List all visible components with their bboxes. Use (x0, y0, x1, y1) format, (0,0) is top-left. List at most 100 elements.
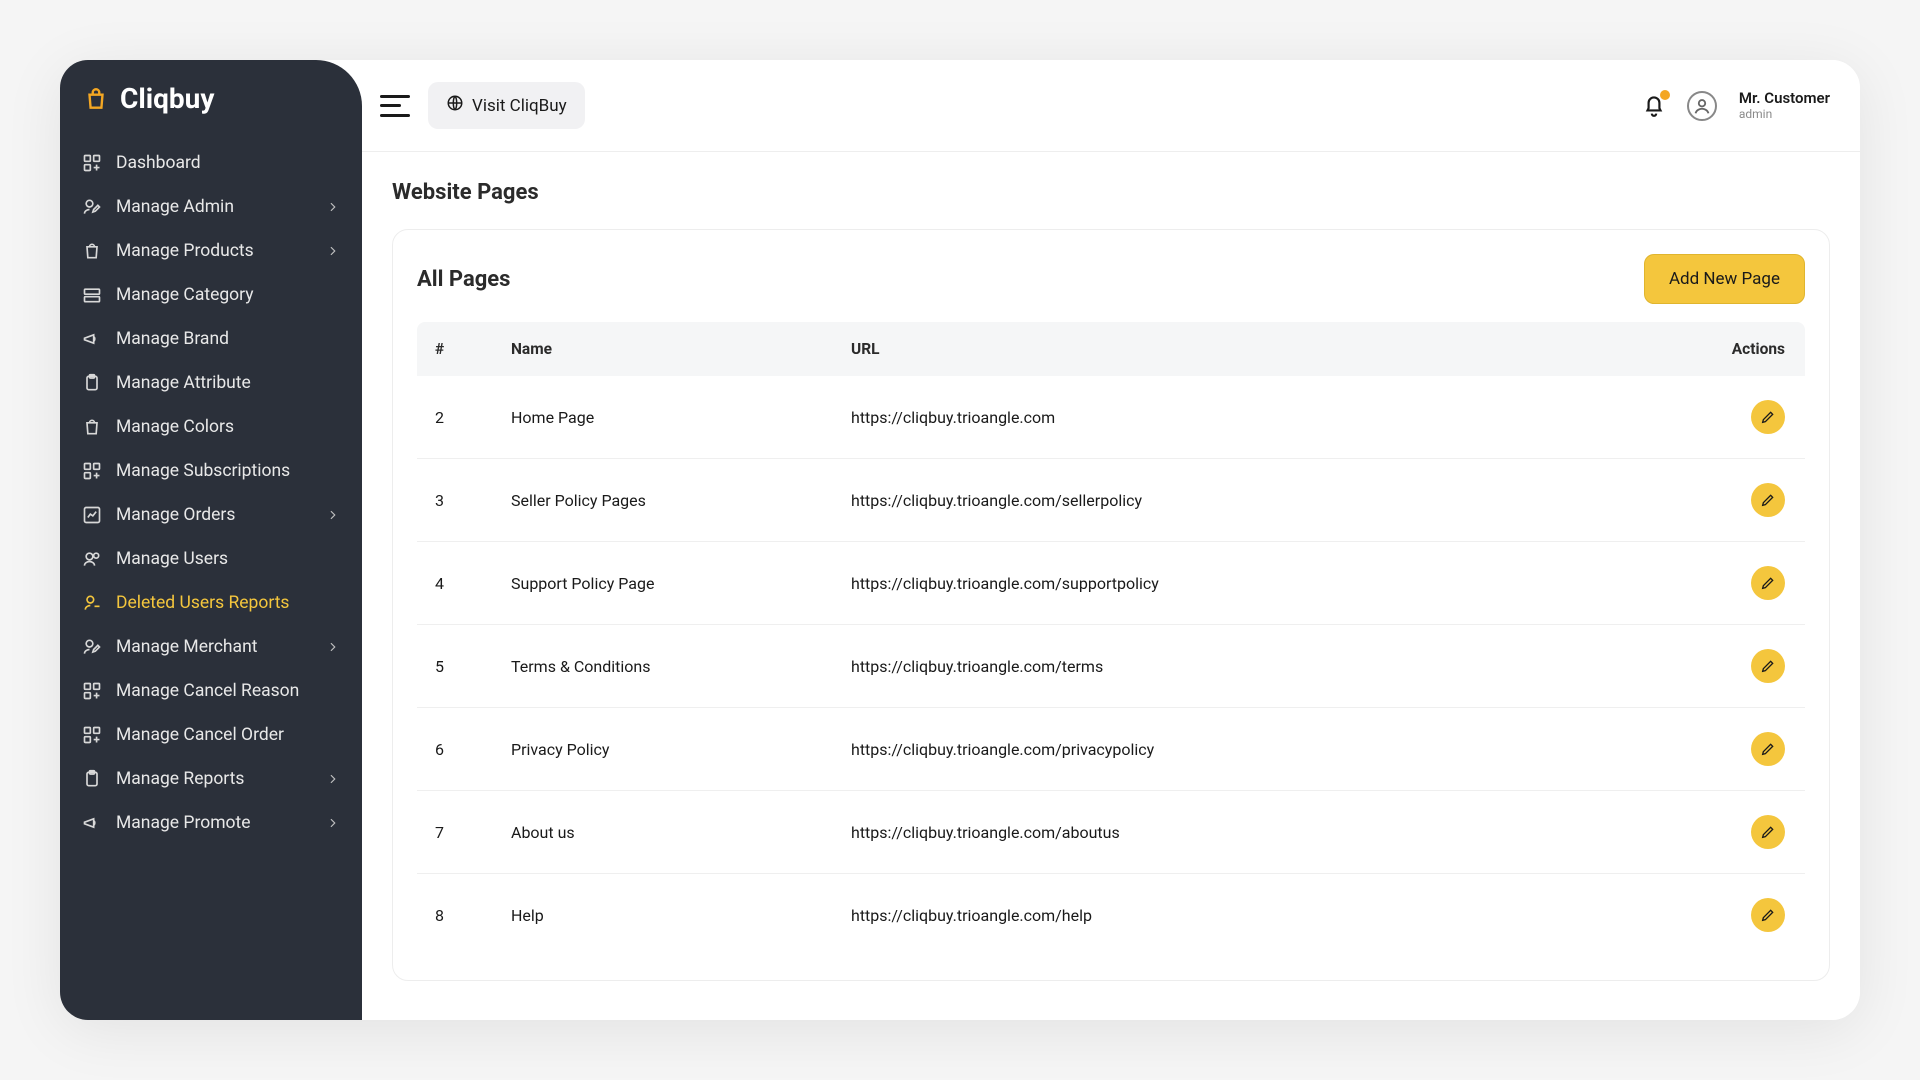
bag-logo-icon (82, 85, 110, 113)
sidebar-item-label: Deleted Users Reports (116, 593, 340, 613)
sidebar-item-manage-subscriptions[interactable]: Manage Subscriptions (68, 449, 354, 493)
cell-index: 3 (417, 459, 497, 542)
col-index: # (417, 322, 497, 376)
user-block: Mr. Customer admin (1739, 89, 1830, 121)
add-new-page-button[interactable]: Add New Page (1644, 254, 1805, 304)
edit-button[interactable] (1751, 483, 1785, 517)
grid-plus-icon (82, 681, 102, 701)
sidebar-wrap: Cliqbuy DashboardManage AdminManage Prod… (60, 60, 362, 1020)
table-row: 8Helphttps://cliqbuy.trioangle.com/help (417, 874, 1805, 957)
notifications-button[interactable] (1641, 92, 1669, 120)
sidebar-item-manage-category[interactable]: Manage Category (68, 273, 354, 317)
cell-url: https://cliqbuy.trioangle.com/terms (837, 625, 1685, 708)
chevron-right-icon (326, 508, 340, 522)
cell-index: 7 (417, 791, 497, 874)
sidebar-item-deleted-users-reports[interactable]: Deleted Users Reports (68, 581, 354, 625)
chevron-right-icon (326, 200, 340, 214)
pencil-icon (1760, 492, 1776, 508)
cell-actions (1685, 542, 1805, 625)
sidebar-item-label: Manage Merchant (116, 637, 312, 657)
cell-index: 5 (417, 625, 497, 708)
edit-button[interactable] (1751, 566, 1785, 600)
col-actions: Actions (1685, 322, 1805, 376)
edit-button[interactable] (1751, 649, 1785, 683)
sidebar-item-label: Manage Promote (116, 813, 312, 833)
cell-url: https://cliqbuy.trioangle.com/sellerpoli… (837, 459, 1685, 542)
cell-name: Privacy Policy (497, 708, 837, 791)
sidebar-item-manage-brand[interactable]: Manage Brand (68, 317, 354, 361)
cell-name: Seller Policy Pages (497, 459, 837, 542)
cell-actions (1685, 459, 1805, 542)
card-head: All Pages Add New Page (417, 254, 1805, 304)
sidebar-item-label: Dashboard (116, 153, 340, 173)
main: Visit CliqBuy Mr. Customer admin Website… (362, 60, 1860, 1020)
user-edit-icon (82, 197, 102, 217)
sidebar-item-manage-cancel-order[interactable]: Manage Cancel Order (68, 713, 354, 757)
chevron-right-icon (326, 640, 340, 654)
menu-toggle-button[interactable] (380, 95, 410, 117)
cell-name: Home Page (497, 376, 837, 459)
sidebar-item-manage-users[interactable]: Manage Users (68, 537, 354, 581)
content: Website Pages All Pages Add New Page # N… (362, 152, 1860, 1020)
sidebar-item-label: Manage Category (116, 285, 340, 305)
pages-card: All Pages Add New Page # Name URL Action… (392, 229, 1830, 981)
cell-actions (1685, 874, 1805, 957)
cell-index: 4 (417, 542, 497, 625)
notification-dot (1660, 90, 1670, 100)
megaphone-icon (82, 329, 102, 349)
sidebar-item-manage-attribute[interactable]: Manage Attribute (68, 361, 354, 405)
pencil-icon (1760, 741, 1776, 757)
cell-url: https://cliqbuy.trioangle.com/privacypol… (837, 708, 1685, 791)
card-title: All Pages (417, 267, 510, 292)
table-row: 4Support Policy Pagehttps://cliqbuy.trio… (417, 542, 1805, 625)
grid-plus-icon (82, 725, 102, 745)
chevron-right-icon (326, 244, 340, 258)
cell-name: About us (497, 791, 837, 874)
visit-site-button[interactable]: Visit CliqBuy (428, 82, 585, 129)
table-row: 7About ushttps://cliqbuy.trioangle.com/a… (417, 791, 1805, 874)
table-row: 5Terms & Conditionshttps://cliqbuy.trioa… (417, 625, 1805, 708)
visit-site-label: Visit CliqBuy (472, 96, 567, 116)
pencil-icon (1760, 575, 1776, 591)
sidebar-item-label: Manage Attribute (116, 373, 340, 393)
cell-url: https://cliqbuy.trioangle.com/aboutus (837, 791, 1685, 874)
col-url: URL (837, 322, 1685, 376)
user-avatar[interactable] (1687, 91, 1717, 121)
table-row: 3Seller Policy Pageshttps://cliqbuy.trio… (417, 459, 1805, 542)
users-icon (82, 549, 102, 569)
pencil-icon (1760, 658, 1776, 674)
sidebar-item-label: Manage Reports (116, 769, 312, 789)
edit-button[interactable] (1751, 400, 1785, 434)
clipboard-icon (82, 769, 102, 789)
sidebar-item-manage-colors[interactable]: Manage Colors (68, 405, 354, 449)
sidebar-item-dashboard[interactable]: Dashboard (68, 141, 354, 185)
edit-button[interactable] (1751, 815, 1785, 849)
sidebar-item-label: Manage Orders (116, 505, 312, 525)
col-name: Name (497, 322, 837, 376)
user-minus-icon (82, 593, 102, 613)
sidebar-item-manage-admin[interactable]: Manage Admin (68, 185, 354, 229)
sidebar-item-manage-merchant[interactable]: Manage Merchant (68, 625, 354, 669)
pencil-icon (1760, 907, 1776, 923)
sidebar-item-manage-reports[interactable]: Manage Reports (68, 757, 354, 801)
layers-icon (82, 285, 102, 305)
megaphone-icon (82, 813, 102, 833)
pencil-icon (1760, 409, 1776, 425)
sidebar-item-manage-cancel-reason[interactable]: Manage Cancel Reason (68, 669, 354, 713)
avatar-icon (1691, 95, 1713, 117)
edit-button[interactable] (1751, 898, 1785, 932)
user-name: Mr. Customer (1739, 89, 1830, 107)
sidebar-item-manage-orders[interactable]: Manage Orders (68, 493, 354, 537)
sidebar-item-label: Manage Admin (116, 197, 312, 217)
cell-actions (1685, 708, 1805, 791)
sidebar-item-manage-products[interactable]: Manage Products (68, 229, 354, 273)
bag-icon (82, 241, 102, 261)
edit-button[interactable] (1751, 732, 1785, 766)
cell-index: 8 (417, 874, 497, 957)
sidebar-item-manage-promote[interactable]: Manage Promote (68, 801, 354, 845)
cell-url: https://cliqbuy.trioangle.com/supportpol… (837, 542, 1685, 625)
cell-name: Terms & Conditions (497, 625, 837, 708)
sidebar-item-label: Manage Brand (116, 329, 340, 349)
chevron-right-icon (326, 816, 340, 830)
bag-icon (82, 417, 102, 437)
